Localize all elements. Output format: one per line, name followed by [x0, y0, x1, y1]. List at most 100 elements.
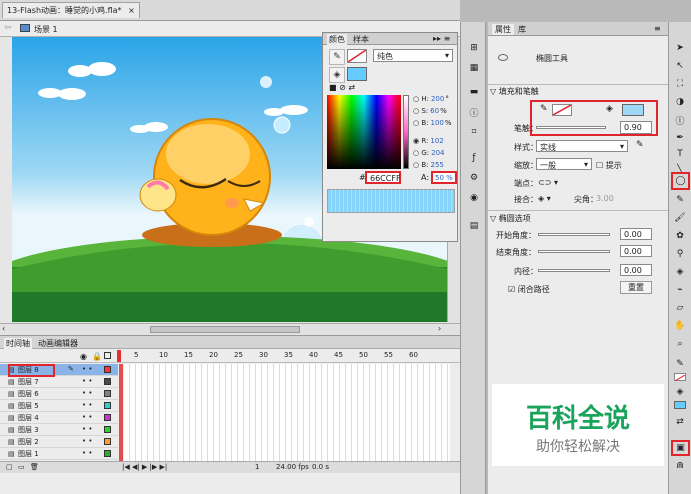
scroll-thumb[interactable]: [150, 326, 300, 333]
inner-radius-input[interactable]: 0.00: [620, 264, 652, 276]
paint-bucket-icon[interactable]: ◈: [671, 264, 689, 280]
stroke-none-swatch[interactable]: [347, 49, 367, 63]
layer-outline-color[interactable]: [104, 366, 111, 373]
scale-select[interactable]: 一般 ▾: [536, 158, 592, 170]
layer-name[interactable]: 图层 1: [18, 449, 60, 459]
3d-rotation-icon[interactable]: ◑: [671, 94, 689, 110]
layer-outline-color[interactable]: [104, 402, 111, 409]
hsb-value[interactable]: 60: [430, 107, 439, 115]
fill-color-icon[interactable]: ◈: [671, 384, 689, 400]
cap-select[interactable]: ⊂⊃ ▾: [538, 178, 558, 187]
swap-colors-icon[interactable]: ⇄: [671, 414, 689, 430]
fill-bucket-icon[interactable]: ◈: [606, 104, 613, 114]
layer-toggles[interactable]: • •: [82, 413, 92, 421]
selection-tool-icon[interactable]: ➤: [671, 40, 689, 56]
section-ellipse-options[interactable]: ▽ 椭圆选项: [490, 213, 531, 224]
scene-label[interactable]: 场景 1: [34, 24, 58, 35]
alpha-input[interactable]: 50 %: [431, 171, 457, 184]
transform-icon[interactable]: ▬: [465, 84, 483, 100]
eye-icon[interactable]: ◉: [80, 352, 87, 361]
layer-row[interactable]: ▤ 图层 6 • •: [0, 388, 118, 400]
end-angle-input[interactable]: 0.00: [620, 245, 652, 257]
subselection-tool-icon[interactable]: ↖: [671, 58, 689, 74]
panel-menu-icon[interactable]: ▸▸ ≡: [433, 34, 450, 43]
inner-radius-slider[interactable]: [538, 269, 610, 272]
lasso-tool-icon[interactable]: ⓛ: [671, 112, 689, 128]
eraser-tool-icon[interactable]: ▱: [671, 300, 689, 316]
layer-name[interactable]: 图层 4: [18, 413, 60, 423]
swap-colors-icon[interactable]: ■ ⊘ ⇄: [329, 83, 355, 92]
new-folder-icon[interactable]: ▭: [18, 463, 25, 471]
hsb-row[interactable]: ○ B: 100%: [413, 119, 457, 130]
rgb-row[interactable]: ○ G: 204: [413, 149, 457, 160]
deco-tool-icon[interactable]: ✿: [671, 228, 689, 244]
rgb-row[interactable]: ◉ R: 102: [413, 137, 457, 148]
document-tab[interactable]: 13-Flash动画：睡觉的小鸡.fla* ×: [2, 2, 140, 18]
tab-timeline[interactable]: 时间轴: [4, 338, 32, 349]
stroke-pencil-icon[interactable]: ✎: [540, 104, 548, 114]
layer-outline-color[interactable]: [104, 450, 111, 457]
delete-layer-icon[interactable]: 🗑: [30, 463, 39, 471]
rgb-value[interactable]: 255: [431, 161, 444, 169]
layer-outline-color[interactable]: [104, 426, 111, 433]
layer-name[interactable]: 图层 3: [18, 425, 60, 435]
layer-outline-color[interactable]: [104, 414, 111, 421]
tab-properties[interactable]: 属性: [492, 24, 514, 35]
frame-ruler[interactable]: 5 10 15 20 25 30 35 40 45 50 55 60: [124, 351, 444, 361]
rgb-value[interactable]: 204: [431, 149, 444, 157]
layer-row[interactable]: ▤ 图层 4 • •: [0, 412, 118, 424]
layer-toggles[interactable]: • •: [82, 377, 92, 385]
fill-type-select[interactable]: 纯色 ▾: [373, 49, 453, 62]
stroke-pencil-icon[interactable]: ✎: [329, 49, 345, 65]
free-transform-icon[interactable]: ⛶: [671, 76, 689, 92]
new-layer-icon[interactable]: ▢: [6, 463, 13, 471]
fill-bucket-icon[interactable]: ◈: [329, 67, 345, 83]
back-arrow-icon[interactable]: ⇦: [4, 23, 12, 33]
layer-toggles[interactable]: • •: [82, 449, 92, 457]
rgb-value[interactable]: 102: [430, 137, 443, 145]
layer-row[interactable]: ▤ 图层 3 • •: [0, 424, 118, 436]
snap-magnet-icon[interactable]: ⋒: [671, 458, 689, 474]
fill-color-chip[interactable]: [622, 104, 644, 116]
hex-input[interactable]: 66CCFF: [365, 171, 401, 184]
layer-toggles[interactable]: • •: [82, 389, 92, 397]
bone-tool-icon[interactable]: ⚲: [671, 246, 689, 262]
section-fill-stroke[interactable]: ▽ 填充和笔触: [490, 86, 539, 97]
tab-color[interactable]: 颜色: [327, 34, 347, 45]
layer-toggles[interactable]: • •: [82, 437, 92, 445]
info-icon[interactable]: ⓘ: [465, 104, 483, 120]
close-icon[interactable]: ×: [128, 6, 135, 15]
hsb-value[interactable]: 200: [431, 95, 444, 103]
library-icon[interactable]: ▤: [465, 218, 483, 234]
layer-name[interactable]: 图层 5: [18, 401, 60, 411]
stroke-input[interactable]: 0.90: [620, 121, 652, 134]
stroke-color-none[interactable]: [552, 104, 572, 116]
miter-value[interactable]: 3.00: [596, 194, 614, 203]
color-spectrum[interactable]: [327, 95, 401, 169]
pen-tool-icon[interactable]: ✒: [671, 130, 689, 146]
hand-tool-icon[interactable]: ✋: [671, 318, 689, 334]
brush-tool-icon[interactable]: 🖌: [671, 210, 689, 226]
layer-name[interactable]: 图层 2: [18, 437, 60, 447]
lock-icon[interactable]: 🔒: [92, 352, 102, 361]
layer-row[interactable]: ▤ 图层 7 • •: [0, 376, 118, 388]
hsb-row[interactable]: ○ H: 200°: [413, 95, 457, 106]
stroke-slider[interactable]: [536, 126, 606, 129]
snap-icon[interactable]: ⌗: [465, 124, 483, 140]
layer-toggles[interactable]: • •: [82, 425, 92, 433]
oval-tool-icon[interactable]: ◯: [671, 172, 690, 190]
layer-outline-color[interactable]: [104, 438, 111, 445]
close-path-checkbox[interactable]: ☑ 闭合路径: [508, 284, 550, 295]
fill-color-tool-swatch[interactable]: [674, 401, 686, 409]
tab-library[interactable]: 库: [518, 24, 526, 35]
tab-swatches[interactable]: 样本: [353, 34, 369, 45]
outline-icon[interactable]: [104, 352, 111, 359]
layer-toggles[interactable]: • •: [82, 365, 92, 373]
scroll-right-icon[interactable]: ›: [438, 324, 441, 333]
layer-toggles[interactable]: • •: [82, 401, 92, 409]
layer-outline-color[interactable]: [104, 378, 111, 385]
reset-button[interactable]: 重置: [620, 281, 652, 294]
motion-presets-icon[interactable]: ◉: [465, 190, 483, 206]
zoom-tool-icon[interactable]: ⌕: [671, 336, 689, 352]
horizontal-scrollbar[interactable]: ‹ ›: [0, 323, 460, 335]
